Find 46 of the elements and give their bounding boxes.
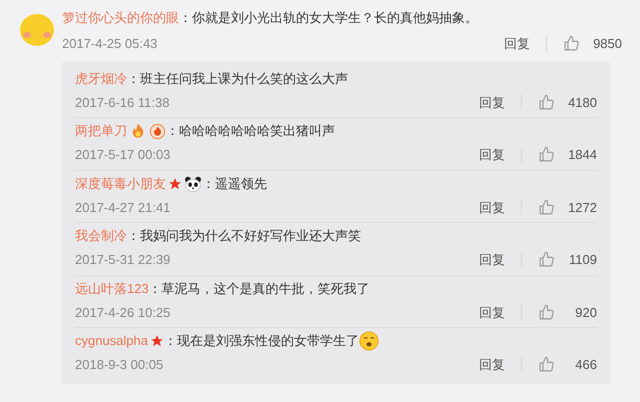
reply-date: 2017-5-31 22:39: [75, 251, 170, 269]
like-count: 1272: [567, 198, 597, 216]
reply-link[interactable]: 回复: [479, 250, 505, 270]
like-count: 466: [574, 356, 597, 374]
reply-link[interactable]: 回复: [479, 302, 505, 322]
reply-link[interactable]: 回复: [479, 145, 505, 164]
separator: ：: [148, 280, 162, 298]
reply-link[interactable]: 回复: [479, 198, 505, 217]
thumbs-up-icon[interactable]: [538, 251, 555, 268]
reply-link[interactable]: 回复: [479, 355, 505, 374]
reply-text: 班主任问我上课为什么笑的这么大声: [140, 70, 348, 88]
separator: ：: [164, 332, 177, 350]
thumbs-up-icon[interactable]: [538, 198, 555, 216]
star-icon: [150, 334, 164, 348]
reply-date: 2017-6-16 11:38: [75, 94, 170, 112]
thumbs-up-icon[interactable]: [563, 35, 580, 52]
comment-date: 2017-4-25 05:43: [62, 35, 158, 53]
reply-date: 2017-4-27 21:41: [75, 198, 170, 216]
reply-text: 我妈问我为什么不好好写作业还大声笑: [140, 227, 361, 245]
like-count: 9850: [592, 35, 622, 53]
reply-text: 遥遥领先: [215, 174, 267, 192]
reply-date: 2018-9-3 00:05: [75, 356, 164, 374]
reply-link[interactable]: 回复: [504, 34, 530, 54]
separator: ：: [127, 70, 140, 88]
like-count: 920: [574, 304, 597, 322]
panda-icon: [184, 176, 202, 192]
comment-text: 你就是刘小光出轨的女大学生？长的真他妈抽象。: [192, 10, 478, 25]
reply-text: 哈哈哈哈哈哈哈笑出猪叫声: [179, 122, 335, 140]
thumbs-up-icon[interactable]: [538, 356, 555, 374]
reply-text: 现在是刘强东性侵的女带学生了: [177, 332, 359, 350]
reply-date: 2017-5-17 00:03: [75, 146, 170, 164]
thumbs-up-icon[interactable]: [538, 146, 555, 164]
reply-link[interactable]: 回复: [479, 92, 505, 112]
separator: ：: [127, 227, 140, 245]
reply-text: 草泥马，这个是真的牛批，笑死我了: [162, 280, 370, 298]
separator: ：: [202, 174, 215, 192]
thumbs-up-icon[interactable]: [538, 304, 555, 321]
like-count: 4180: [567, 94, 597, 112]
like-count: 1109: [568, 251, 597, 269]
separator: ：: [166, 122, 179, 140]
thumbs-up-icon[interactable]: [538, 94, 555, 111]
reply-date: 2017-4-26 10:25: [75, 304, 170, 322]
fire-ball-icon: [149, 122, 166, 140]
separator: ：: [179, 10, 192, 25]
like-count: 1844: [567, 146, 597, 164]
star-icon: [168, 176, 182, 190]
